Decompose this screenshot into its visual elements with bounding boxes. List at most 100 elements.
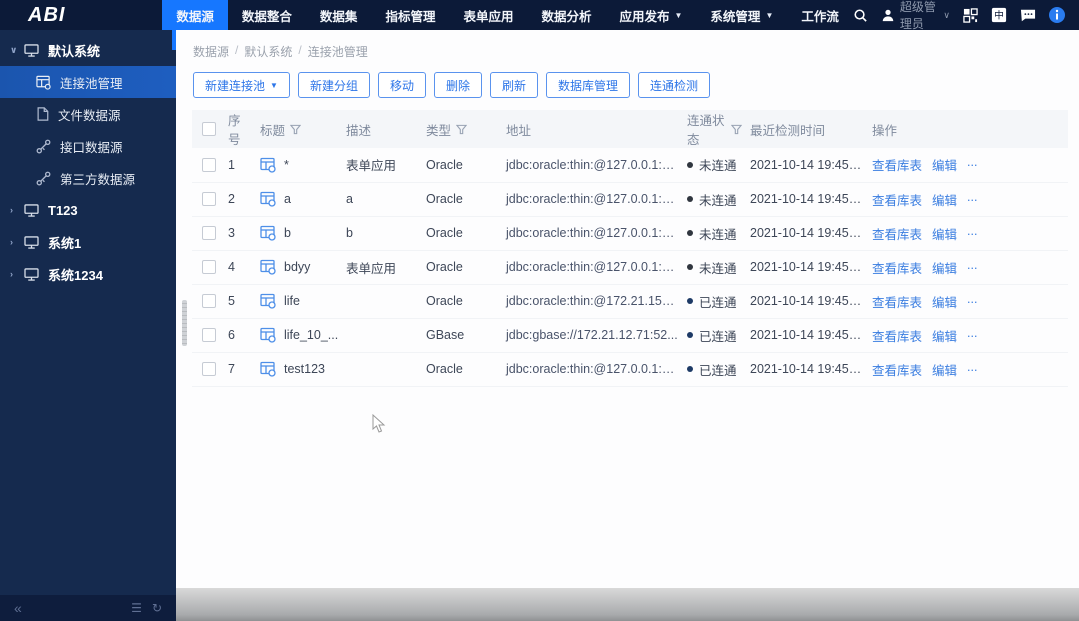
list-icon[interactable]: ☰	[131, 601, 142, 615]
chevron-right-icon[interactable]: ›	[10, 237, 24, 247]
action-link-1[interactable]: 查看库表	[872, 292, 922, 311]
action-link-3[interactable]: ...	[967, 326, 977, 345]
toolbar-button-5[interactable]: 刷新	[489, 72, 538, 98]
action-link-1[interactable]: 查看库表	[872, 360, 922, 379]
sidebar-item-连接池管理[interactable]: 连接池管理	[0, 66, 176, 98]
menu-item-8[interactable]: 系统管理 ▼	[696, 0, 787, 30]
row-title[interactable]: b	[284, 226, 291, 240]
row-checkbox[interactable]	[202, 192, 216, 206]
row-checkbox[interactable]	[202, 362, 216, 376]
row-title[interactable]: bdyy	[284, 260, 310, 274]
row-title[interactable]: *	[284, 158, 289, 172]
toolbar-button-6[interactable]: 数据库管理	[546, 72, 631, 98]
toolbar-button-1[interactable]: 新建连接池 ▼	[193, 72, 290, 98]
system-tree: ∨ 默认系统 连接池管理 文件数据源 接口数据源 第三方数据源 › T123 › 系统1 › 系统12…	[0, 30, 176, 290]
chevron-right-icon[interactable]: ›	[10, 205, 24, 215]
row-checkbox[interactable]	[202, 294, 216, 308]
sidebar-item-文件数据源[interactable]: 文件数据源	[0, 98, 176, 130]
action-link-2[interactable]: 编辑	[932, 258, 957, 277]
sidebar-item-label: 默认系统	[48, 43, 101, 59]
action-link-2[interactable]: 编辑	[932, 190, 957, 209]
filter-icon[interactable]	[731, 124, 742, 135]
filter-icon[interactable]	[456, 124, 468, 135]
status-text: 未连通	[699, 261, 737, 276]
select-all-checkbox[interactable]	[202, 122, 216, 136]
action-link-3[interactable]: ...	[967, 292, 977, 311]
sidebar-item-默认系统[interactable]: ∨ 默认系统	[0, 34, 176, 66]
toolbar-button-3[interactable]: 移动	[377, 72, 426, 98]
action-link-3[interactable]: ...	[967, 360, 977, 379]
row-checkbox[interactable]	[202, 328, 216, 342]
action-link-3[interactable]: ...	[967, 190, 977, 209]
search-icon[interactable]	[853, 8, 868, 23]
row-title[interactable]: a	[284, 192, 291, 206]
menu-item-1[interactable]: 数据源	[162, 0, 228, 30]
row-checkbox[interactable]	[202, 226, 216, 240]
row-title[interactable]: life	[284, 294, 300, 308]
breadcrumb-item[interactable]: 连接池管理	[308, 43, 368, 60]
status-dot	[687, 196, 693, 202]
action-link-2[interactable]: 编辑	[932, 326, 957, 345]
sidebar-scrollbar-thumb[interactable]	[172, 30, 176, 50]
sidebar-item-系统1[interactable]: › 系统1	[0, 226, 176, 258]
row-check-time: 2021-10-14 19:45:35	[750, 157, 867, 172]
sidebar-item-T123[interactable]: › T123	[0, 194, 176, 226]
sidebar-item-label: 系统1	[48, 235, 82, 251]
message-icon[interactable]	[1020, 8, 1036, 23]
action-link-1[interactable]: 查看库表	[872, 224, 922, 243]
row-number: 1	[228, 157, 235, 172]
row-title[interactable]: life_10_...	[284, 328, 338, 342]
action-link-2[interactable]: 编辑	[932, 155, 957, 174]
action-link-2[interactable]: 编辑	[932, 224, 957, 243]
sidebar-item-第三方数据源[interactable]: 第三方数据源	[0, 162, 176, 194]
column-header-5: 地址	[502, 110, 683, 148]
sidebar-item-接口数据源[interactable]: 接口数据源	[0, 130, 176, 162]
action-link-1[interactable]: 查看库表	[872, 326, 922, 345]
action-link-3[interactable]: ...	[967, 224, 977, 243]
content-scrollbar-thumb[interactable]	[182, 300, 187, 346]
action-link-1[interactable]: 查看库表	[872, 155, 922, 174]
chevron-down-icon[interactable]: ∨	[10, 45, 24, 56]
row-checkbox[interactable]	[202, 260, 216, 274]
action-link-2[interactable]: 编辑	[932, 360, 957, 379]
monitor-icon	[24, 235, 39, 249]
refresh-sidebar-icon[interactable]: ↻	[152, 601, 162, 615]
menu-item-4[interactable]: 指标管理	[371, 0, 449, 30]
menu-item-5[interactable]: 表单应用	[449, 0, 527, 30]
action-link-2[interactable]: 编辑	[932, 292, 957, 311]
sidebar: ∨ 默认系统 连接池管理 文件数据源 接口数据源 第三方数据源 › T123 › 系统1 › 系统12…	[0, 30, 176, 621]
menu-item-2[interactable]: 数据整合	[228, 0, 306, 30]
breadcrumb-item[interactable]: 默认系统	[244, 43, 292, 60]
column-header-7: 最近检测时间	[746, 110, 868, 148]
menu-item-6[interactable]: 数据分析	[527, 0, 605, 30]
qrcode-icon[interactable]	[963, 7, 978, 23]
menu-item-9[interactable]: 工作流	[787, 0, 853, 30]
action-link-1[interactable]: 查看库表	[872, 258, 922, 277]
info-icon[interactable]	[1049, 7, 1065, 23]
breadcrumb-separator: /	[235, 43, 239, 57]
button-label: 刷新	[501, 78, 526, 93]
menu-item-3[interactable]: 数据集	[306, 0, 372, 30]
row-address: jdbc:oracle:thin:@172.21.150....	[506, 294, 683, 308]
status-text: 未连通	[699, 227, 737, 242]
menu-item-7[interactable]: 应用发布 ▼	[605, 0, 696, 30]
row-title[interactable]: test123	[284, 362, 325, 376]
toolbar-button-2[interactable]: 新建分组	[297, 72, 370, 98]
user-menu[interactable]: 超级管理员 ∨	[881, 0, 950, 32]
row-type: Oracle	[426, 157, 463, 172]
collapse-sidebar-icon[interactable]: «	[14, 600, 22, 616]
toolbar-button-7[interactable]: 连通检测	[638, 72, 711, 98]
table-row: 3 b b Oracle jdbc:oracle:thin:@127.0.0.1:1..…	[192, 216, 1068, 251]
language-icon[interactable]: 中	[991, 7, 1007, 23]
mouse-cursor	[372, 413, 386, 439]
bottom-gradient	[176, 588, 1079, 621]
sidebar-item-系统1234[interactable]: › 系统1234	[0, 258, 176, 290]
chevron-right-icon[interactable]: ›	[10, 269, 24, 279]
action-link-1[interactable]: 查看库表	[872, 190, 922, 209]
filter-icon[interactable]	[290, 124, 302, 135]
breadcrumb-item[interactable]: 数据源	[193, 43, 229, 60]
action-link-3[interactable]: ...	[967, 258, 977, 277]
toolbar-button-4[interactable]: 删除	[433, 72, 482, 98]
row-checkbox[interactable]	[202, 157, 216, 172]
action-link-3[interactable]: ...	[967, 155, 977, 174]
